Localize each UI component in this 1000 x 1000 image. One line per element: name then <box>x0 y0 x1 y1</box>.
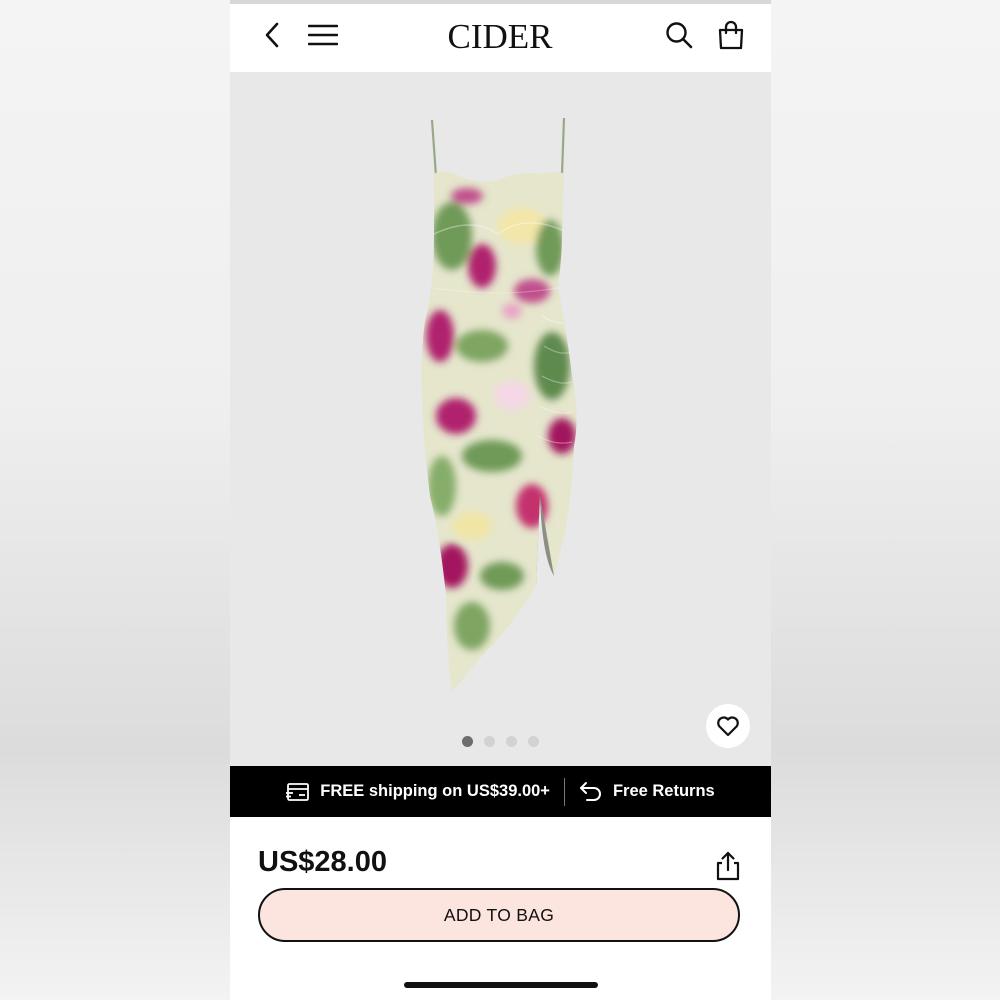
pagination-dot-1[interactable] <box>462 736 473 747</box>
shopping-bag-icon <box>718 20 744 50</box>
banner-divider <box>563 777 565 806</box>
shipping-card-icon <box>286 782 310 801</box>
dress-strap-left <box>430 119 438 177</box>
brand-logo[interactable]: CIDER <box>400 14 600 60</box>
product-image <box>421 117 577 692</box>
menu-button[interactable] <box>306 18 340 52</box>
search-button[interactable] <box>662 18 696 52</box>
phone-screen: CIDER FREE shipping on US$39.00+ Free Re… <box>230 0 771 1000</box>
hamburger-menu-icon <box>308 24 338 46</box>
returns-text: Free Returns <box>612 782 715 800</box>
product-price: US$28.00 <box>258 846 387 878</box>
return-arrow-icon <box>579 781 601 801</box>
gallery-pagination <box>230 736 771 750</box>
free-returns-info[interactable]: Free Returns <box>579 781 715 803</box>
shipping-banner: FREE shipping on US$39.00+ Free Returns <box>230 766 771 817</box>
free-shipping-info[interactable]: FREE shipping on US$39.00+ <box>286 782 550 802</box>
heart-icon <box>717 716 739 737</box>
add-to-bag-button[interactable]: ADD TO BAG <box>258 888 740 942</box>
app-header: CIDER <box>230 4 771 72</box>
home-indicator[interactable] <box>404 982 598 988</box>
back-button[interactable] <box>256 18 288 52</box>
add-to-bag-label: ADD TO BAG <box>443 904 555 925</box>
cart-button[interactable] <box>714 16 748 54</box>
dress-strap-right <box>560 117 566 175</box>
pagination-dot-2[interactable] <box>484 736 495 747</box>
search-icon <box>666 22 693 49</box>
shipping-text: FREE shipping on US$39.00+ <box>320 782 550 800</box>
pagination-dot-3[interactable] <box>506 736 517 747</box>
product-image-gallery[interactable] <box>230 72 771 766</box>
pagination-dot-4[interactable] <box>528 736 539 747</box>
share-button[interactable] <box>710 848 746 884</box>
back-arrow-icon <box>265 22 279 48</box>
share-icon <box>716 851 740 881</box>
